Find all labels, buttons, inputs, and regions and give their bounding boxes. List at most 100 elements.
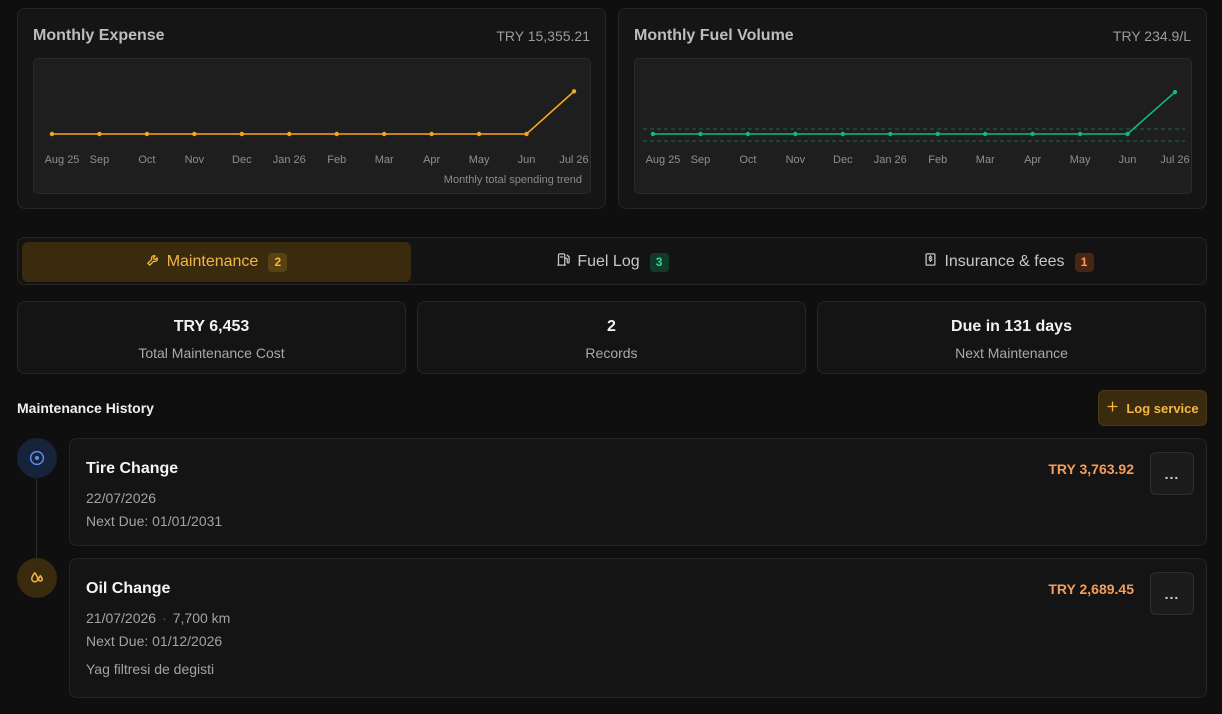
- data-point: [840, 131, 846, 137]
- data-point: [982, 131, 988, 137]
- tire-icon: [17, 438, 57, 478]
- tab-insurance-fees-count: 1: [1074, 252, 1094, 272]
- plus-icon: [1106, 400, 1119, 416]
- stat-value: 2: [607, 318, 616, 335]
- data-point: [1077, 131, 1083, 137]
- log-service-button[interactable]: Log service: [1098, 390, 1207, 426]
- x-tick-label: Mar: [375, 154, 394, 166]
- stat-total-maintenance-cost: TRY 6,453 Total Maintenance Cost: [17, 301, 406, 374]
- data-point: [192, 131, 197, 137]
- x-tick-label: Jan 26: [273, 154, 306, 166]
- data-point: [1030, 131, 1035, 137]
- data-point: [888, 131, 893, 137]
- tab-maintenance-label: Maintenance: [166, 253, 259, 270]
- x-tick-label: Jul 26: [1160, 154, 1189, 166]
- stat-records: 2 Records: [417, 301, 806, 374]
- data-point: [935, 131, 940, 137]
- maintenance-history-title: Maintenance History: [17, 400, 154, 416]
- expense-chart-value: TRY 15,355.21: [496, 28, 590, 44]
- tab-insurance-fees[interactable]: Insurance & fees 1: [814, 242, 1203, 282]
- data-point: [287, 131, 292, 137]
- data-point: [97, 131, 102, 137]
- record-more-button[interactable]: ...: [1150, 452, 1194, 495]
- data-point: [698, 131, 703, 137]
- record-date: 21/07/2026: [86, 610, 157, 626]
- x-tick-label: Mar: [976, 154, 995, 166]
- data-point: [524, 131, 529, 137]
- stat-next-maintenance: Due in 131 days Next Maintenance: [817, 301, 1206, 374]
- tab-maintenance-count: 2: [268, 252, 288, 272]
- series-line: [52, 90, 575, 135]
- fuel-pump-icon: [556, 252, 571, 272]
- tab-fuel-log-count: 3: [649, 252, 669, 272]
- record-date: 22/07/2026: [86, 490, 157, 506]
- stat-value: Due in 131 days: [951, 318, 1072, 335]
- x-tick-label: Dec: [232, 154, 252, 166]
- record-next-due: Next Due: 01/01/2031: [86, 513, 223, 529]
- data-point: [381, 131, 387, 137]
- x-tick-label: Oct: [739, 154, 756, 166]
- wrench-icon: [146, 252, 161, 272]
- tab-fuel-log-label: Fuel Log: [577, 253, 640, 270]
- tab-maintenance[interactable]: Maintenance 2: [22, 242, 411, 282]
- data-point: [49, 131, 55, 137]
- timeline-connector: [36, 478, 37, 558]
- x-tick-label: Jul 26: [559, 154, 588, 166]
- x-tick-label: Jun: [1119, 154, 1137, 166]
- monthly-fuel-card: Monthly Fuel Volume TRY 234.9/L Aug 25 Se…: [618, 8, 1207, 209]
- maintenance-record[interactable]: Tire Change TRY 3,763.92 22/07/2026 Next…: [69, 438, 1207, 546]
- record-title: Oil Change: [86, 580, 171, 597]
- x-tick-label: May: [469, 154, 490, 166]
- data-point: [144, 131, 150, 137]
- x-tick-label: Dec: [833, 154, 853, 166]
- record-amount: TRY 3,763.92: [1048, 461, 1134, 477]
- fuel-line-chart: Aug 25 Sep Oct Nov Dec Jan 26 Feb Mar Apr May Jun J…: [643, 89, 1190, 166]
- x-tick-label: Nov: [185, 154, 205, 166]
- receipt-icon: [923, 252, 938, 272]
- data-point: [429, 131, 434, 137]
- x-tick-label: Aug 25: [45, 154, 80, 166]
- meta-separator: ·: [162, 610, 167, 626]
- maintenance-record[interactable]: Oil Change TRY 2,689.45 21/07/2026 · 7,700…: [69, 558, 1207, 698]
- tab-insurance-fees-label: Insurance & fees: [944, 253, 1065, 270]
- record-note: Yag filtresi de degisti: [86, 661, 215, 677]
- fuel-chart-title: Monthly Fuel Volume: [634, 27, 794, 44]
- stat-label: Next Maintenance: [955, 345, 1068, 361]
- data-point: [650, 131, 656, 137]
- x-tick-label: Apr: [423, 154, 440, 166]
- fuel-chart-area: Aug 25 Sep Oct Nov Dec Jan 26 Feb Mar Apr May Jun J…: [634, 58, 1192, 194]
- x-tick-label: Nov: [786, 154, 806, 166]
- data-point: [1125, 131, 1130, 137]
- fuel-chart-value: TRY 234.9/L: [1112, 28, 1191, 44]
- x-tick-label: Sep: [90, 154, 110, 166]
- x-tick-label: Jan 26: [874, 154, 907, 166]
- x-tick-label: Feb: [928, 154, 947, 166]
- x-tick-label: Jun: [518, 154, 536, 166]
- data-point: [476, 131, 482, 137]
- monthly-expense-card: Monthly Expense TRY 15,355.21 Aug 25 Sep O…: [17, 8, 606, 209]
- x-tick-label: Oct: [138, 154, 155, 166]
- data-point: [334, 131, 339, 137]
- x-tick-label: May: [1070, 154, 1091, 166]
- data-point: [571, 89, 577, 94]
- record-next-due: Next Due: 01/12/2026: [86, 633, 223, 649]
- x-tick-label: Apr: [1024, 154, 1041, 166]
- record-title: Tire Change: [86, 460, 179, 477]
- data-point: [745, 131, 751, 137]
- data-point: [793, 131, 798, 137]
- data-point: [1172, 89, 1178, 95]
- record-amount: TRY 2,689.45: [1048, 581, 1134, 597]
- stat-label: Total Maintenance Cost: [138, 345, 285, 361]
- oil-drop-icon: [17, 558, 57, 598]
- record-meta: 21/07/2026 · 7,700 km: [86, 610, 230, 626]
- x-tick-label: Feb: [327, 154, 346, 166]
- data-point: [239, 131, 245, 137]
- series-line: [653, 91, 1176, 135]
- section-tabs: Maintenance 2 Fuel Log 3 Insurance & fee…: [17, 237, 1207, 285]
- x-tick-label: Aug 25: [646, 154, 681, 166]
- expense-chart-caption: Monthly total spending trend: [443, 174, 582, 186]
- expense-chart-title: Monthly Expense: [33, 27, 165, 44]
- log-service-label: Log service: [1126, 400, 1199, 416]
- record-more-button[interactable]: ...: [1150, 572, 1194, 615]
- tab-fuel-log[interactable]: Fuel Log 3: [418, 242, 807, 282]
